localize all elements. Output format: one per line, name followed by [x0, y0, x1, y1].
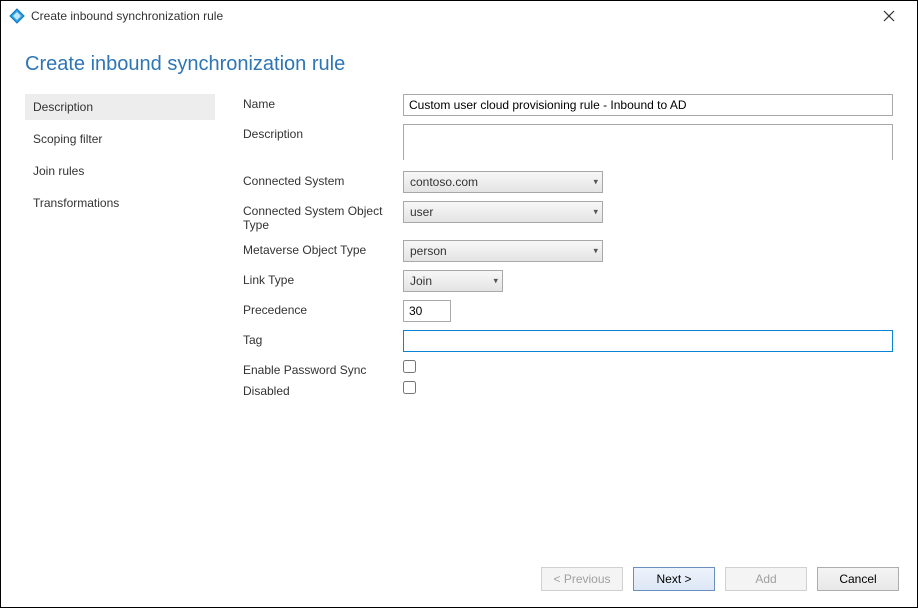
disabled-label: Disabled — [243, 381, 403, 398]
link-type-dropdown[interactable]: Join ▾ — [403, 270, 503, 292]
chevron-down-icon: ▾ — [593, 246, 598, 257]
cs-object-type-label: Connected System Object Type — [243, 201, 403, 232]
dropdown-value: contoso.com — [410, 175, 478, 189]
dialog-window: Create inbound synchronization rule Crea… — [0, 0, 918, 608]
mv-object-type-dropdown[interactable]: person ▾ — [403, 240, 603, 262]
connected-system-label: Connected System — [243, 171, 403, 188]
titlebar: Create inbound synchronization rule — [1, 1, 917, 31]
sidebar-item-label: Join rules — [33, 164, 84, 178]
app-icon — [9, 8, 25, 24]
next-button[interactable]: Next > — [633, 567, 715, 591]
disabled-checkbox[interactable] — [403, 381, 416, 394]
window-title: Create inbound synchronization rule — [31, 9, 869, 23]
cs-object-type-dropdown[interactable]: user ▾ — [403, 201, 603, 223]
precedence-input[interactable] — [403, 300, 451, 322]
close-icon[interactable] — [869, 2, 909, 30]
wizard-sidebar: Description Scoping filter Join rules Tr… — [25, 94, 215, 406]
chevron-down-icon: ▾ — [593, 207, 598, 218]
enable-password-sync-checkbox[interactable] — [403, 360, 416, 373]
dropdown-value: person — [410, 244, 447, 258]
sidebar-item-label: Scoping filter — [33, 132, 102, 146]
chevron-down-icon: ▾ — [493, 276, 498, 287]
dropdown-value: user — [410, 205, 433, 219]
sidebar-item-join-rules[interactable]: Join rules — [25, 158, 215, 184]
description-input[interactable] — [403, 124, 893, 160]
form-panel: Name Description Connected System — [243, 94, 897, 406]
description-label: Description — [243, 124, 403, 141]
link-type-label: Link Type — [243, 270, 403, 287]
sidebar-item-description[interactable]: Description — [25, 94, 215, 120]
sidebar-item-label: Description — [33, 100, 93, 114]
content-area: Create inbound synchronization rule Desc… — [1, 31, 917, 559]
connected-system-dropdown[interactable]: contoso.com ▾ — [403, 171, 603, 193]
previous-button[interactable]: < Previous — [541, 567, 623, 591]
add-button[interactable]: Add — [725, 567, 807, 591]
sidebar-item-label: Transformations — [33, 196, 119, 210]
page-title: Create inbound synchronization rule — [25, 53, 897, 76]
name-label: Name — [243, 94, 403, 111]
tag-label: Tag — [243, 330, 403, 347]
dropdown-value: Join — [410, 274, 432, 288]
chevron-down-icon: ▾ — [593, 177, 598, 188]
precedence-label: Precedence — [243, 300, 403, 317]
body: Description Scoping filter Join rules Tr… — [25, 94, 897, 406]
cancel-button[interactable]: Cancel — [817, 567, 899, 591]
sidebar-item-transformations[interactable]: Transformations — [25, 190, 215, 216]
enable-password-sync-label: Enable Password Sync — [243, 360, 403, 377]
footer-buttons: < Previous Next > Add Cancel — [1, 559, 917, 607]
mv-object-type-label: Metaverse Object Type — [243, 240, 403, 257]
sidebar-item-scoping-filter[interactable]: Scoping filter — [25, 126, 215, 152]
tag-input[interactable] — [403, 330, 893, 352]
name-input[interactable] — [403, 94, 893, 116]
